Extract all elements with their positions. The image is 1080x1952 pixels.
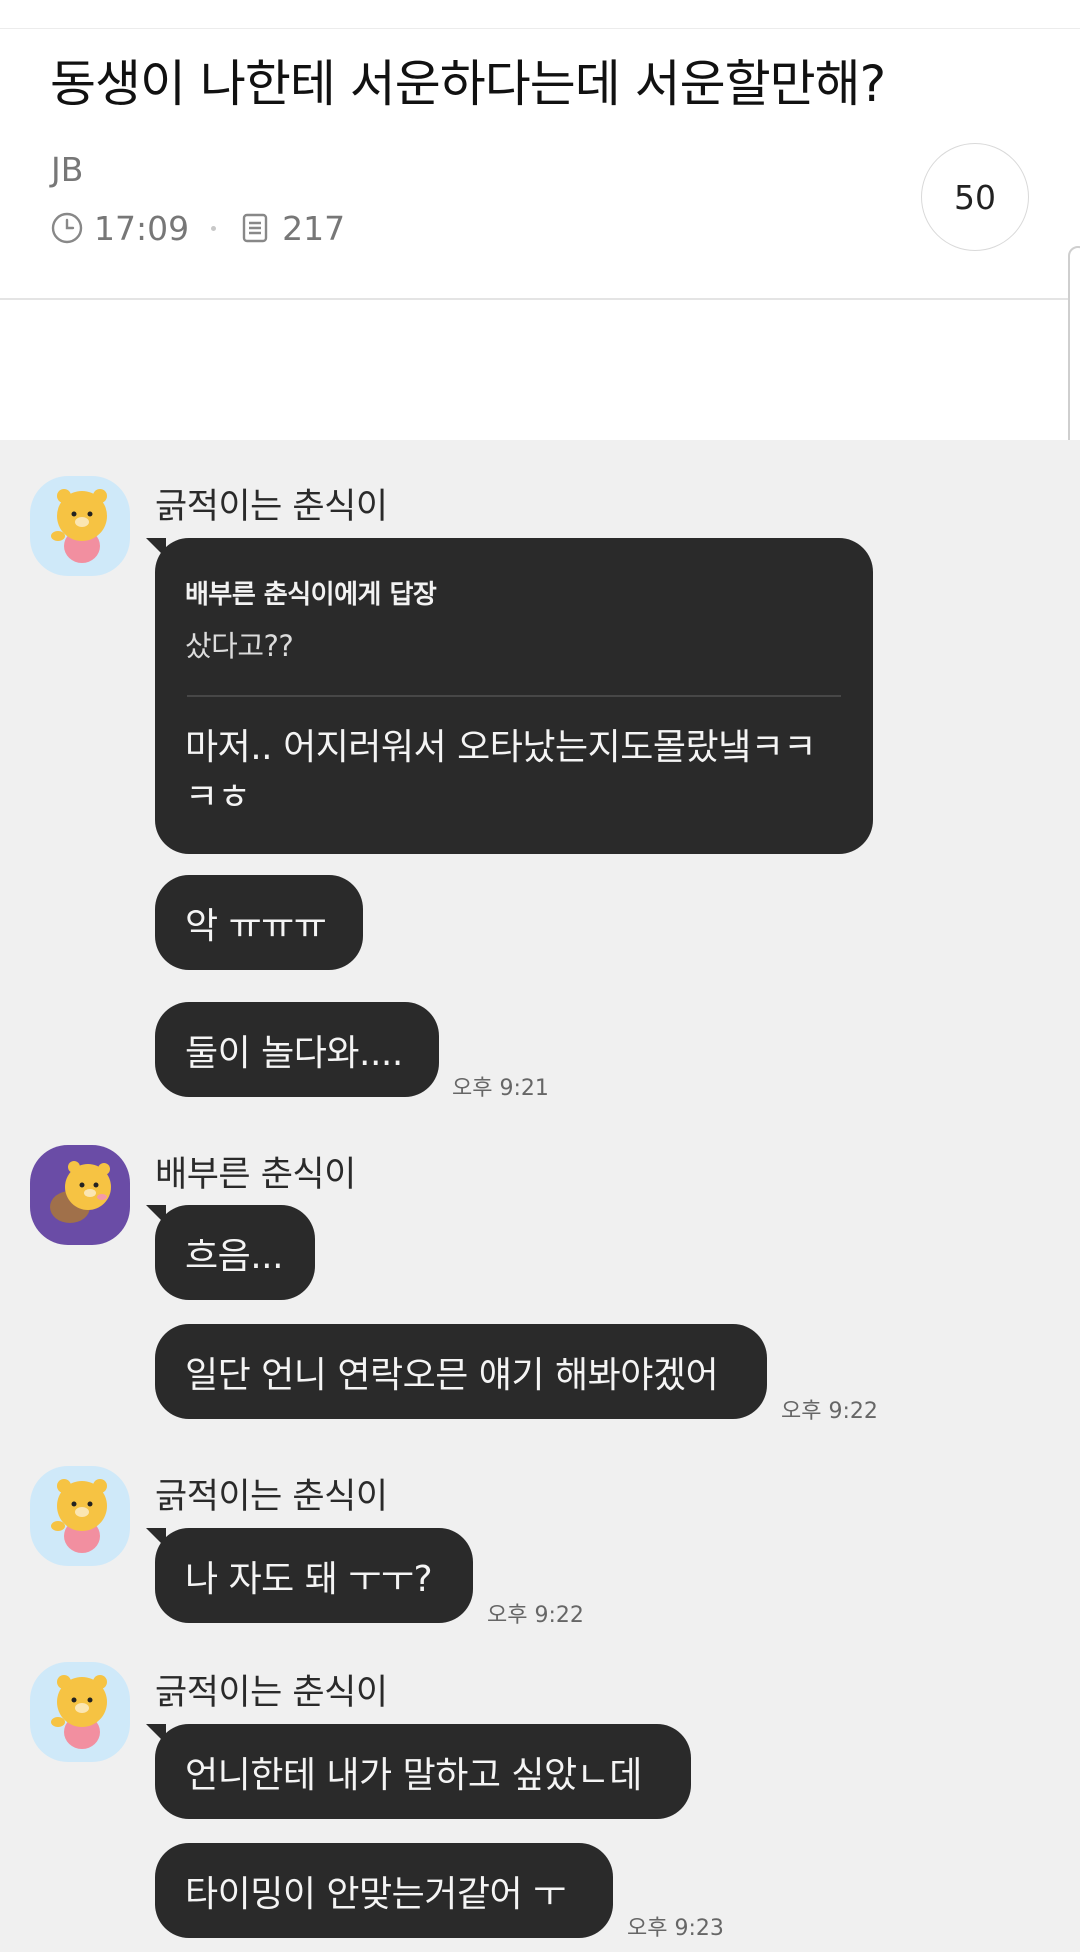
message-time: 오후 9:22 <box>487 1603 584 1628</box>
bubble-tail <box>146 538 166 558</box>
avatar[interactable] <box>30 476 130 576</box>
comment-count-button[interactable]: 50 <box>921 143 1029 251</box>
sender-name: 긁적이는 춘식이 <box>155 1477 388 1517</box>
avatar[interactable] <box>30 1662 130 1762</box>
message-bubble[interactable]: 악 ㅠㅠㅠ <box>155 875 363 970</box>
sender-name: 긁적이는 춘식이 <box>155 1673 388 1713</box>
yellow-cat-character-purple-icon <box>30 1145 130 1245</box>
yellow-cat-character-icon <box>30 1662 130 1762</box>
message-text: 타이밍이 안맞는거같어 ㅜ <box>185 1873 566 1915</box>
comment-count-label: 50 <box>954 177 996 217</box>
message-bubble[interactable]: 둘이 놀다와.... <box>155 1002 439 1097</box>
yellow-cat-character-icon <box>30 476 130 576</box>
message-text: 언니한테 내가 말하고 싶았ㄴ데 <box>185 1754 642 1796</box>
reply-divider <box>187 695 841 697</box>
message-text: 나 자도 돼 ㅜㅜ? <box>185 1558 433 1600</box>
post-title: 동생이 나한테 서운하다는데 서운할만해? <box>50 55 886 113</box>
message-bubble[interactable]: 일단 언니 연락오믄 얘기 해봐야겠어 <box>155 1324 767 1419</box>
avatar[interactable] <box>30 1466 130 1566</box>
message-text: 일단 언니 연락오믄 얘기 해봐야겠어 <box>185 1354 719 1396</box>
bubble-tail <box>146 1724 166 1744</box>
message-text: 악 ㅠㅠㅠ <box>185 905 327 947</box>
reply-message-bubble[interactable]: 배부른 춘식이에게 답장 샀다고?? 마저.. 어지러워서 오타났는지도몰랐냌ㅋ… <box>146 538 873 854</box>
clock-icon <box>50 211 84 245</box>
sender-name: 배부른 춘식이 <box>155 1155 356 1195</box>
bubble-tail <box>146 1528 166 1548</box>
message-bubble[interactable]: 나 자도 돼 ㅜㅜ? <box>146 1528 473 1623</box>
message-bubble[interactable]: 타이밍이 안맞는거같어 ㅜ <box>155 1843 613 1938</box>
post-meta: 17:09 217 <box>50 206 345 250</box>
message-time: 오후 9:21 <box>452 1076 549 1101</box>
view-count: 217 <box>282 208 346 248</box>
document-icon <box>238 211 272 245</box>
bubble-tail <box>146 1205 166 1225</box>
sender-name: 긁적이는 춘식이 <box>155 487 388 527</box>
top-divider <box>0 28 1080 29</box>
message-bubble[interactable]: 흐음... <box>146 1205 315 1300</box>
post-time: 17:09 <box>94 208 190 248</box>
meta-separator <box>211 225 217 231</box>
message-text: 둘이 놀다와.... <box>185 1032 403 1074</box>
post-page: 동생이 나한테 서운하다는데 서운할만해? JB 17:09 217 50 긁적… <box>0 0 1080 1952</box>
yellow-cat-character-icon <box>30 1466 130 1566</box>
message-bubble[interactable]: 언니한테 내가 말하고 싶았ㄴ데 <box>146 1724 691 1819</box>
message-time: 오후 9:22 <box>781 1399 878 1424</box>
avatar[interactable] <box>30 1145 130 1245</box>
message-time: 오후 9:23 <box>627 1916 724 1941</box>
reply-quote: 샀다고?? <box>185 629 294 663</box>
header-divider <box>0 298 1080 300</box>
post-author[interactable]: JB <box>51 150 83 189</box>
reply-label: 배부른 춘식이에게 답장 <box>185 580 437 610</box>
message-text: 마저.. 어지러워서 오타났는지도몰랐냌ㅋㅋㅋㅎ <box>185 727 816 818</box>
message-text: 흐음... <box>185 1235 284 1277</box>
